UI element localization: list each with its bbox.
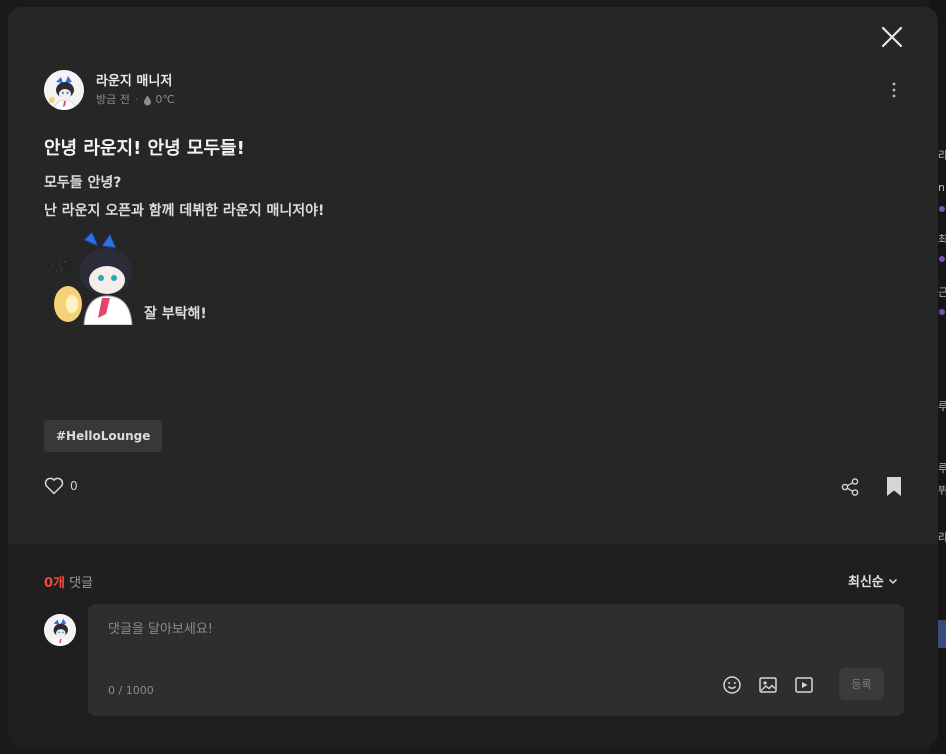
more-options-button[interactable] (886, 79, 902, 101)
background-badge (939, 206, 945, 212)
chevron-down-icon (888, 578, 897, 584)
temperature-drop-icon (144, 95, 152, 105)
image-upload-button[interactable] (758, 675, 778, 695)
like-button[interactable]: 0 (44, 477, 78, 495)
bookmark-button[interactable] (885, 476, 903, 497)
comment-count: 0개 댓글 (44, 572, 93, 591)
post-modal: 라운지 매니저 방금 전 · 0℃ 안녕 라운지! 안녕 모두들! 모두들 안녕… (8, 7, 938, 747)
comment-section: 0개 댓글 최신순 0 / 1000 (8, 544, 938, 747)
share-icon (841, 478, 859, 496)
post-text-line: 난 라운지 오픈과 함께 데뷔한 라운지 매니저야! (44, 203, 325, 219)
post-time: 방금 전 (96, 93, 130, 106)
background-badge (939, 256, 945, 262)
comment-input[interactable] (106, 616, 870, 660)
share-button[interactable] (840, 477, 860, 497)
like-count: 0 (70, 479, 78, 493)
background-badge (939, 309, 945, 315)
bookmark-icon (887, 477, 901, 496)
comment-count-label: 댓글 (65, 576, 94, 591)
background-text: 뷔 (938, 484, 946, 497)
background-text: n (938, 181, 945, 194)
author-name[interactable]: 라운지 매니저 (96, 73, 175, 90)
background-text: 라 (938, 531, 946, 544)
background-text: 최 (938, 233, 946, 246)
sticker-image: 처음 (44, 231, 140, 326)
smiley-icon (723, 676, 741, 694)
kebab-menu-icon (892, 82, 896, 98)
sort-label: 최신순 (848, 575, 884, 590)
image-icon (759, 677, 777, 693)
char-counter: 0 / 1000 (108, 684, 154, 697)
author-avatar[interactable] (44, 70, 84, 110)
submit-comment-button[interactable]: 등록 (839, 668, 884, 700)
video-upload-button[interactable] (794, 675, 814, 695)
sort-dropdown[interactable]: 최신순 (848, 571, 898, 590)
close-icon (881, 26, 903, 48)
comment-editor: 0 / 1000 (88, 604, 904, 716)
emoji-button[interactable] (722, 675, 742, 695)
close-button[interactable] (878, 23, 906, 51)
background-text: 라 (938, 149, 946, 162)
post-author: 라운지 매니저 방금 전 · 0℃ (44, 70, 175, 110)
background-text: 근 (938, 286, 946, 299)
comment-count-number: 0개 (44, 576, 66, 591)
post-title: 안녕 라운지! 안녕 모두들! (44, 138, 245, 159)
background-text: 루 (938, 400, 946, 413)
temperature-value: 0℃ (155, 93, 175, 106)
meta-separator: · (134, 93, 139, 106)
video-icon (795, 677, 813, 693)
background-text: 루 (938, 462, 946, 475)
heart-icon (44, 477, 64, 495)
hashtag-chip[interactable]: #HelloLounge (44, 420, 163, 452)
current-user-avatar (44, 614, 76, 646)
post-text-line: 모두들 안녕? (44, 175, 122, 191)
sticker-caption: 잘 부탁해! (144, 306, 207, 322)
